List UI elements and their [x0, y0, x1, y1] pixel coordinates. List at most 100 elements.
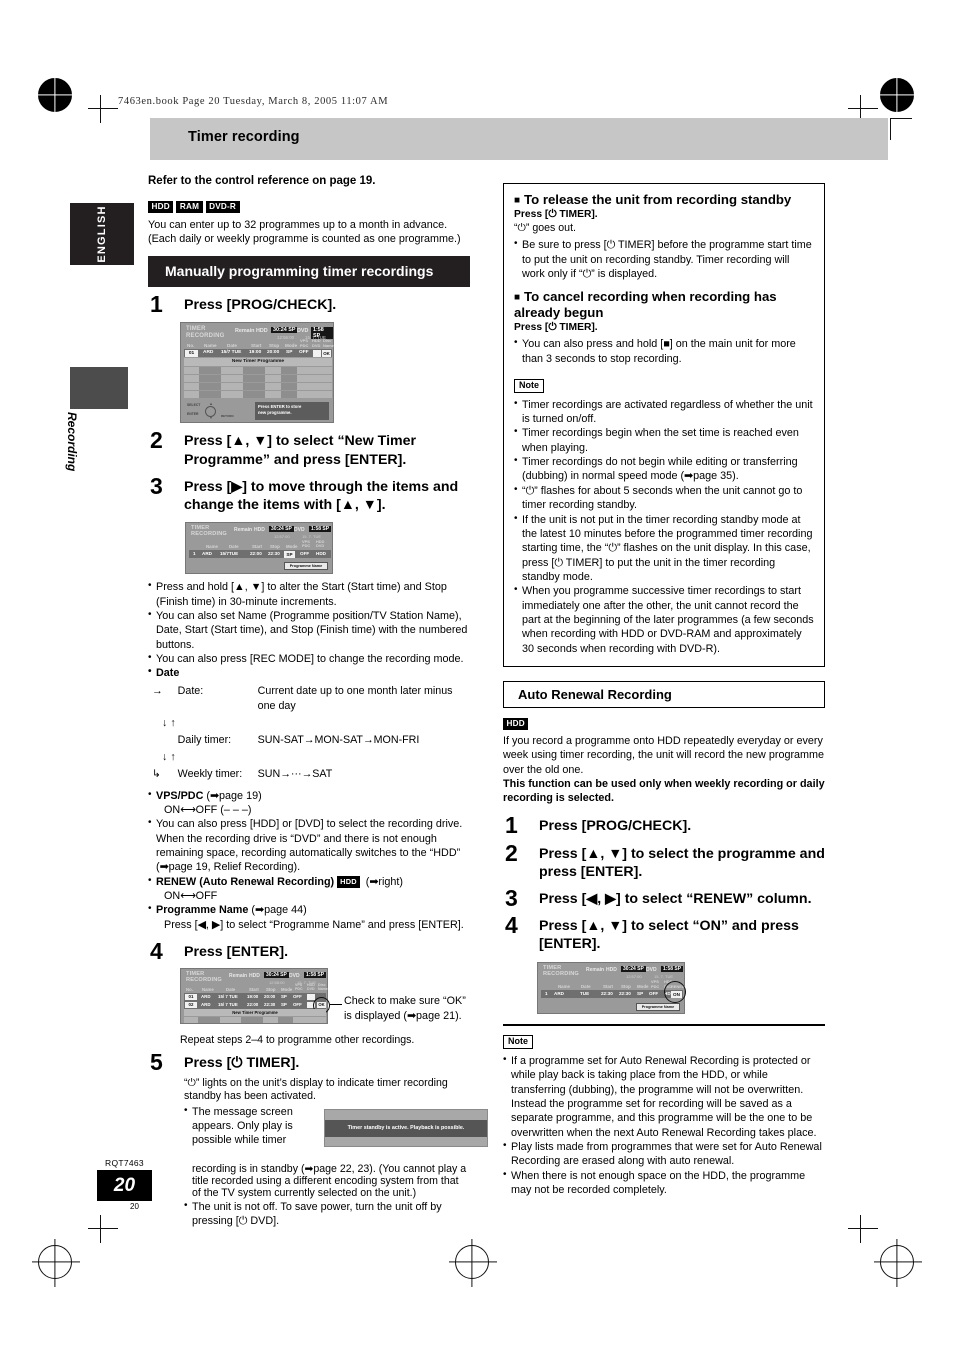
step-5-number: 5	[150, 1049, 163, 1076]
tv1-title-line1: TIMER	[186, 326, 206, 333]
tv1-remain-label: Remain	[235, 328, 255, 335]
renew-ref: (➡right)	[365, 875, 404, 888]
date-label-3: Weekly timer:	[177, 767, 243, 780]
registration-mark-top-right	[880, 78, 914, 112]
intro-line-2: (Each daily or weekly programme is count…	[148, 233, 461, 246]
tv1-col-start: Start	[251, 343, 262, 349]
note-item: If the unit is not put in the timer reco…	[514, 512, 815, 585]
tv4-row-stop: 22:30	[619, 991, 631, 997]
renewal-step-1-text: Press [PROG/CHECK].	[539, 818, 692, 835]
crop-mark-bl-v	[100, 1215, 101, 1243]
date-row: ↳ Weekly timer: SUN→···→SAT	[152, 767, 468, 782]
tv3-col-name: Name	[202, 987, 214, 993]
note-tag-2: Note	[503, 1034, 533, 1049]
tv4-highlight-circle	[664, 981, 686, 1004]
tv4-col-vps: VPS PDC	[651, 979, 660, 989]
renewal-step-4-number: 4	[505, 912, 518, 939]
tv2-dvd-value: 1:58 SP	[309, 526, 332, 533]
note-item: “⏻” flashes for about 5 seconds when the…	[514, 483, 815, 513]
note-divider	[503, 1024, 825, 1027]
tv1-col-drive: HDD DVD	[312, 338, 321, 348]
tv3-remain-label: Remain	[229, 973, 248, 980]
tv1-enter-label: ENTER	[187, 412, 199, 417]
step-5-description: “⏻” lights on the unit’s display to indi…	[184, 1076, 448, 1102]
tv1-row-start: 19:00	[249, 350, 262, 356]
tv3-row1-mode: SP	[281, 994, 287, 1000]
note-list-2: If a programme set for Auto Renewal Reco…	[503, 1053, 825, 1198]
registration-mark-bottom-center	[455, 1245, 489, 1279]
tv1-title: TIMER RECORDING	[186, 326, 224, 339]
tv3-clock: 12:58:00	[269, 980, 285, 986]
tv3-col-date: Date	[226, 987, 236, 993]
step-3-bullet: Press and hold [▲, ▼] to alter the Start…	[148, 579, 470, 609]
right-column: ■ To release the unit from recording stan…	[503, 183, 825, 1198]
step-4: 4 Press [ENTER].	[148, 938, 470, 964]
tv2-row-date: 15/7TUE	[220, 551, 239, 557]
tv2-clock: 12:57:00	[274, 534, 290, 540]
media-chip-dvdr: DVD-R	[205, 201, 240, 213]
message-screen-text: Timer standby is active. Playback is pos…	[347, 1125, 465, 1132]
tv3-empty-cell	[198, 1017, 220, 1024]
step-5: 5 Press [⏻ TIMER].	[148, 1049, 470, 1075]
tv1-col-stop: Stop	[269, 343, 280, 349]
step-2-text: Press [▲, ▼] to select “New Timer Progra…	[184, 433, 417, 468]
tv1-empty-cell	[199, 367, 221, 375]
tv2-row-vps: OFF	[300, 551, 310, 557]
tv2-hdd-label: HDD	[254, 527, 265, 534]
registration-mark-bottom-right	[880, 1245, 914, 1279]
language-tab: ENGLISH	[70, 203, 134, 265]
tv1-new-timer-row: New Timer Programme	[184, 358, 332, 367]
tv3-dvd-value: 1:58 SP	[304, 972, 327, 979]
control-reference-line: Refer to the control reference on page 1…	[148, 175, 376, 187]
date-arrow-cell: ↓ ↑	[162, 716, 176, 729]
tv1-tip-line2: new programme.	[258, 410, 292, 416]
left-column: Refer to the control reference on page 1…	[148, 175, 488, 1228]
renew-label: RENEW (Auto Renewal Recording)	[156, 875, 335, 888]
language-tab-label: ENGLISH	[96, 205, 108, 263]
tv2-programme-name-button[interactable]: Programme Name	[284, 562, 328, 571]
callout-line-2: is displayed (➡page 21).	[344, 1009, 462, 1022]
tv1-tip-line1: Press ENTER to store	[258, 404, 302, 410]
tv1-row-drive	[313, 349, 321, 357]
tv1-row-name: ARD	[203, 350, 214, 356]
step-5-bullet-list: The message screen appears. Only play is…	[184, 1104, 304, 1148]
tv3-row1-stop: 20:00	[264, 994, 276, 1000]
tv4-programme-name-button[interactable]: Programme Name	[636, 1003, 680, 1012]
tv1-row-no: 01	[185, 349, 198, 357]
step-5-bullet-1-cont: recording is in standby (➡page 22, 23). …	[192, 1162, 467, 1199]
progname-bullet: Programme Name (➡page 44) Press [◀, ▶] t…	[148, 902, 470, 932]
tv1-row-date: 15/7 TUE	[221, 350, 242, 356]
tv2-row-no: 1	[193, 551, 196, 557]
media-chip-row: HDD RAM DVD-R	[148, 198, 470, 216]
tv3-col-mode: Mode	[281, 987, 293, 993]
bleed-mark-right-top-v	[890, 118, 891, 140]
tv3-col-drive: HDD DVD	[307, 983, 315, 992]
auto-renewal-heading-box: Auto Renewal Recording	[503, 681, 825, 709]
progname-label: Programme Name	[156, 904, 249, 917]
renewal-step-3-number: 3	[505, 884, 518, 911]
date-row: Daily timer: SUN-SAT→MON-SAT→MON-FRI	[152, 733, 468, 748]
release-heading-text: To release the unit from recording stand…	[524, 192, 792, 207]
tv1-empty-cell	[243, 383, 265, 391]
tv1-row-mode: SP	[286, 350, 293, 356]
callout-line-1: Check to make sure “OK”	[344, 995, 466, 1008]
tv1-row-stop: 20:00	[267, 350, 280, 356]
tv2-col-stop: Stop	[270, 544, 280, 550]
note-item: Timer recordings do not begin while edit…	[514, 454, 815, 484]
note-list-1: Timer recordings are activated regardles…	[514, 397, 815, 656]
tv4-row-vps: OFF	[649, 991, 659, 997]
tv3-row2-stop: 22:30	[264, 1002, 276, 1008]
tv2-row-start: 22:00	[250, 551, 262, 557]
progname-ref: (➡page 44)	[251, 904, 307, 917]
note-item: Timer recordings are activated regardles…	[514, 397, 815, 427]
renewal-step-3-text: Press [◀, ▶] to select “RENEW” column.	[539, 890, 812, 907]
tv3-dvd-label: DVD	[289, 973, 300, 980]
step-3-bullet: You can also set Name (Programme positio…	[148, 608, 470, 652]
crop-mark-tr-h	[848, 108, 878, 109]
cancel-bullet-list: You can also press and hold [■] on the m…	[514, 336, 815, 366]
renewal-step-3: 3 Press [◀, ▶] to select “RENEW” column.	[503, 885, 825, 911]
step-3-bullet-list: Press and hold [▲, ▼] to alter the Start…	[148, 579, 470, 681]
tv1-col-date: Date	[227, 343, 237, 349]
manual-programming-heading: Manually programming timer recordings	[148, 255, 470, 288]
tv3-row2-vps: OFF	[293, 1002, 302, 1008]
